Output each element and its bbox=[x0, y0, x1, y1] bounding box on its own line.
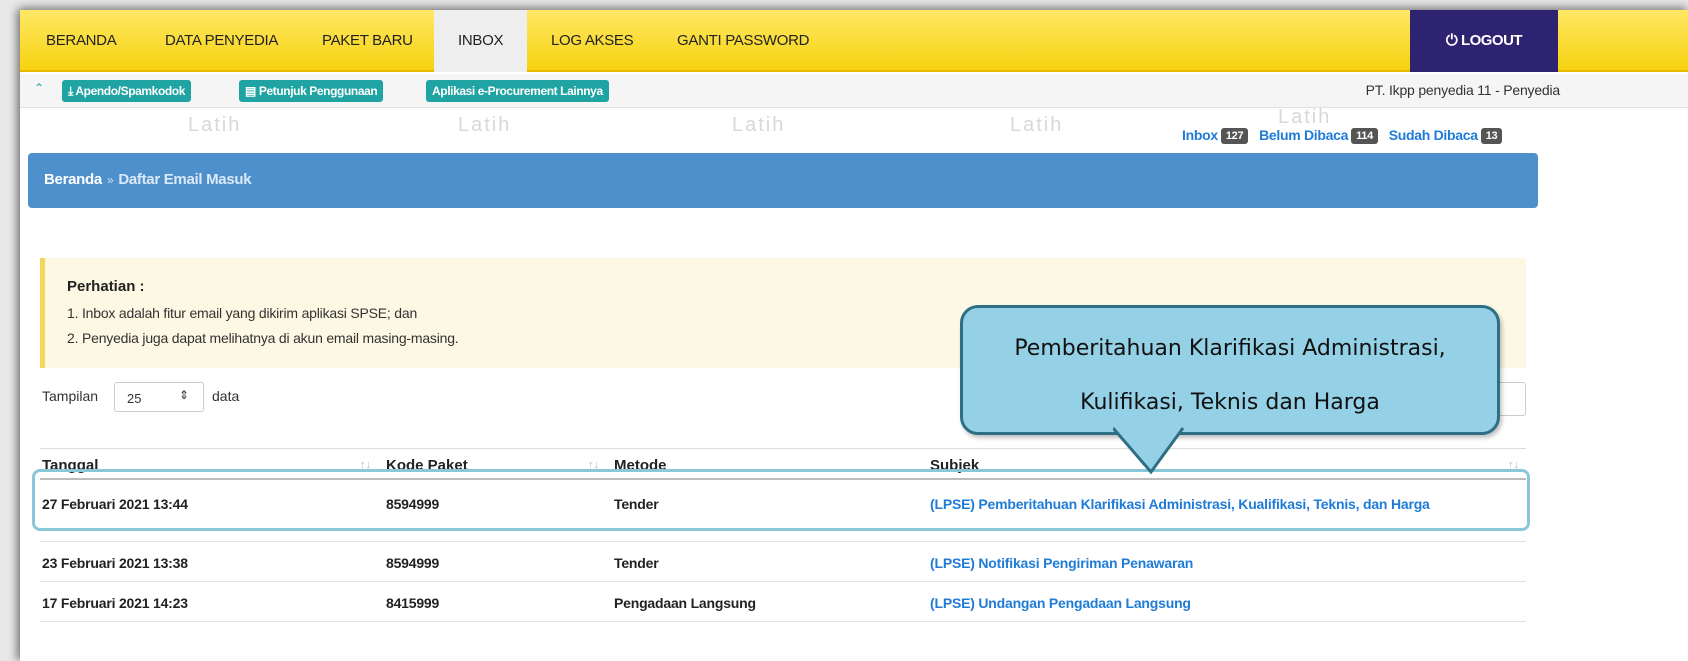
page-length-value: 25 bbox=[127, 391, 142, 406]
cell-kode: 8594999 bbox=[386, 555, 440, 571]
breadcrumb-separator: » bbox=[106, 173, 114, 187]
breadcrumb-root[interactable]: Beranda bbox=[44, 171, 102, 188]
watermark: Latih bbox=[1010, 114, 1064, 136]
power-icon: ⏻ bbox=[1445, 32, 1458, 49]
petunjuk-label: Petunjuk Penggunaan bbox=[258, 84, 378, 98]
read-link[interactable]: Sudah Dibaca 13 bbox=[1388, 127, 1503, 144]
eproc-button[interactable]: Aplikasi e-Procurement Lainnya bbox=[426, 80, 609, 102]
top-nav: BERANDA DATA PENYEDIA PAKET BARU INBOX L… bbox=[20, 10, 1688, 72]
user-info: PT. Ikpp penyedia 11 - Penyedia bbox=[1365, 82, 1561, 98]
download-icon: ⤓ bbox=[68, 84, 73, 98]
cell-kode: 8415999 bbox=[386, 595, 440, 611]
cell-tanggal: 17 Februari 2021 14:23 bbox=[42, 595, 188, 611]
read-label: Sudah Dibaca bbox=[1388, 127, 1478, 143]
nav-ganti-password[interactable]: GANTI PASSWORD bbox=[677, 10, 810, 72]
callout-line-2: Kulifikasi, Teknis dan Harga bbox=[1080, 390, 1380, 415]
cell-subjek-link[interactable]: (LPSE) Undangan Pengadaan Langsung bbox=[930, 593, 1191, 613]
unread-link[interactable]: Belum Dibaca 114 bbox=[1259, 127, 1378, 144]
toolbar: ⌃ ⤓ Apendo/Spamkodok ▤ Petunjuk Pengguna… bbox=[20, 74, 1688, 108]
inbox-count-badge: 127 bbox=[1220, 128, 1249, 144]
logout-button[interactable]: ⏻ LOGOUT bbox=[1410, 10, 1558, 72]
apendo-button[interactable]: ⤓ Apendo/Spamkodok bbox=[62, 80, 192, 102]
nav-paket-baru[interactable]: PAKET BARU bbox=[322, 10, 413, 72]
watermark: Latih bbox=[458, 114, 512, 136]
nav-beranda[interactable]: BERANDA bbox=[46, 10, 117, 72]
nav-inbox[interactable]: INBOX bbox=[434, 10, 528, 72]
nav-log-akses[interactable]: LOG AKSES bbox=[551, 10, 634, 72]
petunjuk-button[interactable]: ▤ Petunjuk Penggunaan bbox=[239, 80, 384, 102]
unread-count-badge: 114 bbox=[1351, 128, 1378, 144]
breadcrumb-bar: Beranda » Daftar Email Masuk bbox=[28, 153, 1538, 208]
unread-label: Belum Dibaca bbox=[1259, 127, 1349, 143]
inbox-label: Inbox bbox=[1182, 127, 1218, 143]
inbox-link[interactable]: Inbox 127 bbox=[1182, 127, 1249, 144]
alert-line: 1. Inbox adalah fitur email yang dikirim… bbox=[67, 305, 418, 321]
collapse-chevron-icon[interactable]: ⌃ bbox=[34, 81, 44, 95]
table-row[interactable]: 17 Februari 2021 14:23 8415999 Pengadaan… bbox=[40, 582, 1526, 622]
alert-line: 2. Penyedia juga dapat melihatnya di aku… bbox=[67, 330, 459, 346]
page-length-control: Tampilan 25 ⇕ data bbox=[42, 382, 239, 412]
logout-label: LOGOUT bbox=[1460, 32, 1523, 49]
cell-tanggal: 23 Februari 2021 13:38 bbox=[42, 555, 188, 571]
cell-subjek-link[interactable]: (LPSE) Notifikasi Pengiriman Penawaran bbox=[930, 553, 1193, 573]
nav-data-penyedia[interactable]: DATA PENYEDIA bbox=[165, 10, 278, 72]
apendo-label: Apendo/Spamkodok bbox=[75, 84, 186, 98]
read-count-badge: 13 bbox=[1480, 128, 1503, 144]
length-prefix: Tampilan bbox=[42, 388, 99, 404]
page-length-select[interactable]: 25 ⇕ bbox=[114, 382, 204, 412]
cell-metode: Pengadaan Langsung bbox=[614, 595, 756, 611]
annotation-callout: Pemberitahuan Klarifikasi Administrasi, … bbox=[960, 305, 1500, 475]
callout-line-1: Pemberitahuan Klarifikasi Administrasi, bbox=[1014, 336, 1446, 361]
callout-pointer bbox=[1113, 426, 1185, 475]
row-highlight-outline bbox=[32, 469, 1530, 531]
breadcrumb-current: Daftar Email Masuk bbox=[118, 171, 252, 188]
main-panel: Perhatian : 1. Inbox adalah fitur email … bbox=[28, 228, 1538, 661]
book-icon: ▤ bbox=[245, 84, 256, 98]
breadcrumb: Beranda » Daftar Email Masuk bbox=[44, 171, 252, 188]
length-suffix: data bbox=[212, 388, 240, 404]
cell-metode: Tender bbox=[614, 555, 659, 571]
alert-title: Perhatian : bbox=[67, 278, 145, 295]
inbox-counters: Inbox 127 Belum Dibaca 114 Sudah Dibaca 13 bbox=[1182, 127, 1503, 144]
watermark: Latih bbox=[1278, 106, 1332, 128]
table-row[interactable]: 23 Februari 2021 13:38 8594999 Tender (L… bbox=[40, 542, 1526, 582]
select-arrows-icon: ⇕ bbox=[179, 388, 190, 402]
watermark: Latih bbox=[732, 114, 786, 136]
browser-frame: BERANDA DATA PENYEDIA PAKET BARU INBOX L… bbox=[20, 10, 1688, 661]
watermark: Latih bbox=[188, 114, 242, 136]
